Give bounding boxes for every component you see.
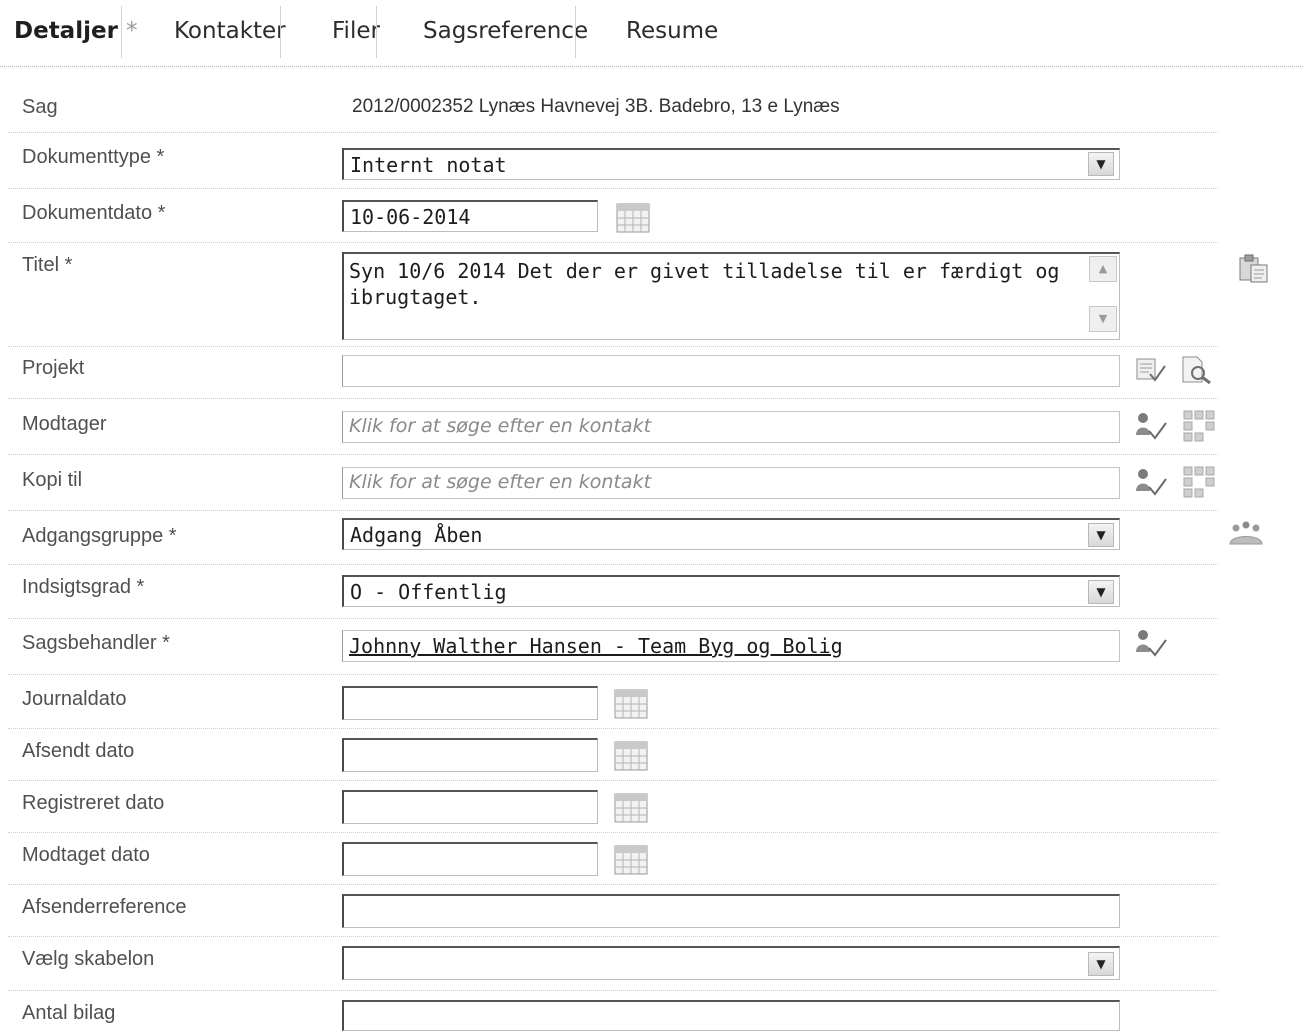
tab-divider (575, 6, 576, 58)
projekt-input[interactable] (342, 355, 1120, 387)
calendar-icon[interactable] (614, 793, 648, 823)
paste-icon[interactable] (1238, 253, 1270, 283)
chevron-down-icon[interactable]: ▼ (1088, 152, 1114, 176)
row-divider (8, 398, 1218, 399)
tab-kontakter[interactable]: Kontakter (174, 18, 286, 44)
afsendt-dato-label: Afsendt dato (22, 740, 135, 762)
row-divider (8, 990, 1218, 991)
tab-resume[interactable]: Resume (626, 18, 718, 44)
vaelg-skabelon-label: Vælg skabelon (22, 948, 155, 970)
group-icon[interactable] (1228, 520, 1264, 548)
sag-label: Sag (22, 96, 58, 118)
modtager-search-field[interactable]: Klik for at søge efter en kontakt (342, 411, 1120, 443)
tab-divider (376, 6, 377, 58)
dokumentdato-value: 10-06-2014 (350, 205, 471, 229)
tab-detaljer-label: Detaljer (14, 18, 118, 44)
journaldato-label: Journaldato (22, 688, 127, 710)
calendar-icon[interactable] (614, 741, 648, 771)
kopi-til-label: Kopi til (22, 469, 83, 491)
kopi-til-search-field[interactable]: Klik for at søge efter en kontakt (342, 467, 1120, 499)
row-divider (8, 510, 1218, 511)
modtaget-dato-input[interactable] (342, 842, 598, 876)
afsenderreference-label: Afsenderreference (22, 896, 187, 918)
indsigtsgrad-select[interactable]: O - Offentlig (342, 575, 1120, 607)
journaldato-input[interactable] (342, 686, 598, 720)
calendar-icon[interactable] (614, 845, 648, 875)
address-book-icon[interactable] (1182, 409, 1216, 443)
dokumenttype-value: Internt notat (350, 153, 507, 177)
indsigtsgrad-value: O - Offentlig (350, 580, 507, 604)
row-divider (8, 188, 1218, 189)
row-divider (8, 618, 1218, 619)
tab-detaljer[interactable]: Detaljer * (14, 18, 137, 44)
adgangsgruppe-select[interactable]: Adgang Åben (342, 518, 1120, 550)
row-divider (8, 346, 1218, 347)
tab-bar: Detaljer * Kontakter Filer Sagsreference… (0, 0, 1303, 67)
row-divider (8, 454, 1218, 455)
titel-textarea[interactable]: Syn 10/6 2014 Det der er givet tilladels… (342, 252, 1120, 340)
adgangsgruppe-value: Adgang Åben (350, 523, 483, 547)
kopi-til-placeholder: Klik for at søge efter en kontakt (349, 471, 652, 493)
vaelg-skabelon-select[interactable] (342, 946, 1120, 980)
contact-search-icon[interactable] (1134, 628, 1168, 658)
sag-value: 2012/0002352 Lynæs Havnevej 3B. Badebro,… (352, 96, 840, 117)
row-divider (8, 242, 1218, 243)
row-divider (8, 728, 1218, 729)
row-divider (8, 564, 1218, 565)
select-list-icon[interactable] (1135, 356, 1167, 384)
dokumenttype-label: Dokumenttype * (22, 146, 165, 168)
row-divider (8, 132, 1218, 133)
dokumentdato-label: Dokumentdato * (22, 202, 166, 224)
chevron-down-icon[interactable]: ▼ (1088, 952, 1114, 976)
row-divider (8, 832, 1218, 833)
contact-search-icon[interactable] (1134, 467, 1168, 497)
titel-label: Titel * (22, 254, 73, 276)
chevron-down-icon[interactable]: ▼ (1088, 523, 1114, 547)
modtager-placeholder: Klik for at søge efter en kontakt (349, 415, 652, 437)
titel-value: Syn 10/6 2014 Det der er givet tilladels… (349, 259, 1060, 309)
antal-bilag-label: Antal bilag (22, 1002, 116, 1024)
sagsbehandler-field[interactable]: Johnny Walther Hansen - Team Byg og Boli… (342, 630, 1120, 662)
afsendt-dato-input[interactable] (342, 738, 598, 772)
antal-bilag-input[interactable] (342, 1000, 1120, 1031)
dokumenttype-select[interactable]: Internt notat (342, 148, 1120, 180)
tab-filer[interactable]: Filer (332, 18, 380, 44)
scroll-up-button[interactable]: ▲ (1089, 256, 1117, 282)
row-divider (8, 674, 1218, 675)
dokumentdato-input[interactable]: 10-06-2014 (342, 200, 598, 232)
modtager-label: Modtager (22, 413, 107, 435)
modtaget-dato-label: Modtaget dato (22, 844, 150, 866)
sagsbehandler-label: Sagsbehandler * (22, 632, 170, 654)
search-document-icon[interactable] (1180, 355, 1216, 385)
contact-search-icon[interactable] (1134, 411, 1168, 441)
registreret-dato-input[interactable] (342, 790, 598, 824)
projekt-label: Projekt (22, 357, 85, 379)
tab-divider (121, 6, 122, 58)
tab-detaljer-marker: * (125, 18, 138, 44)
adgangsgruppe-label: Adgangsgruppe * (22, 525, 177, 547)
row-divider (8, 780, 1218, 781)
row-divider (8, 936, 1218, 937)
chevron-down-icon[interactable]: ▼ (1088, 580, 1114, 604)
indsigtsgrad-label: Indsigtsgrad * (22, 576, 145, 598)
address-book-icon[interactable] (1182, 465, 1216, 499)
tab-sagsreference[interactable]: Sagsreference (423, 18, 588, 44)
calendar-icon[interactable] (614, 689, 648, 719)
sagsbehandler-value[interactable]: Johnny Walther Hansen - Team Byg og Boli… (349, 634, 843, 658)
tab-divider (280, 6, 281, 58)
registreret-dato-label: Registreret dato (22, 792, 165, 814)
afsenderreference-input[interactable] (342, 894, 1120, 928)
scroll-down-button[interactable]: ▼ (1089, 306, 1117, 332)
calendar-icon[interactable] (616, 203, 650, 233)
row-divider (8, 884, 1218, 885)
